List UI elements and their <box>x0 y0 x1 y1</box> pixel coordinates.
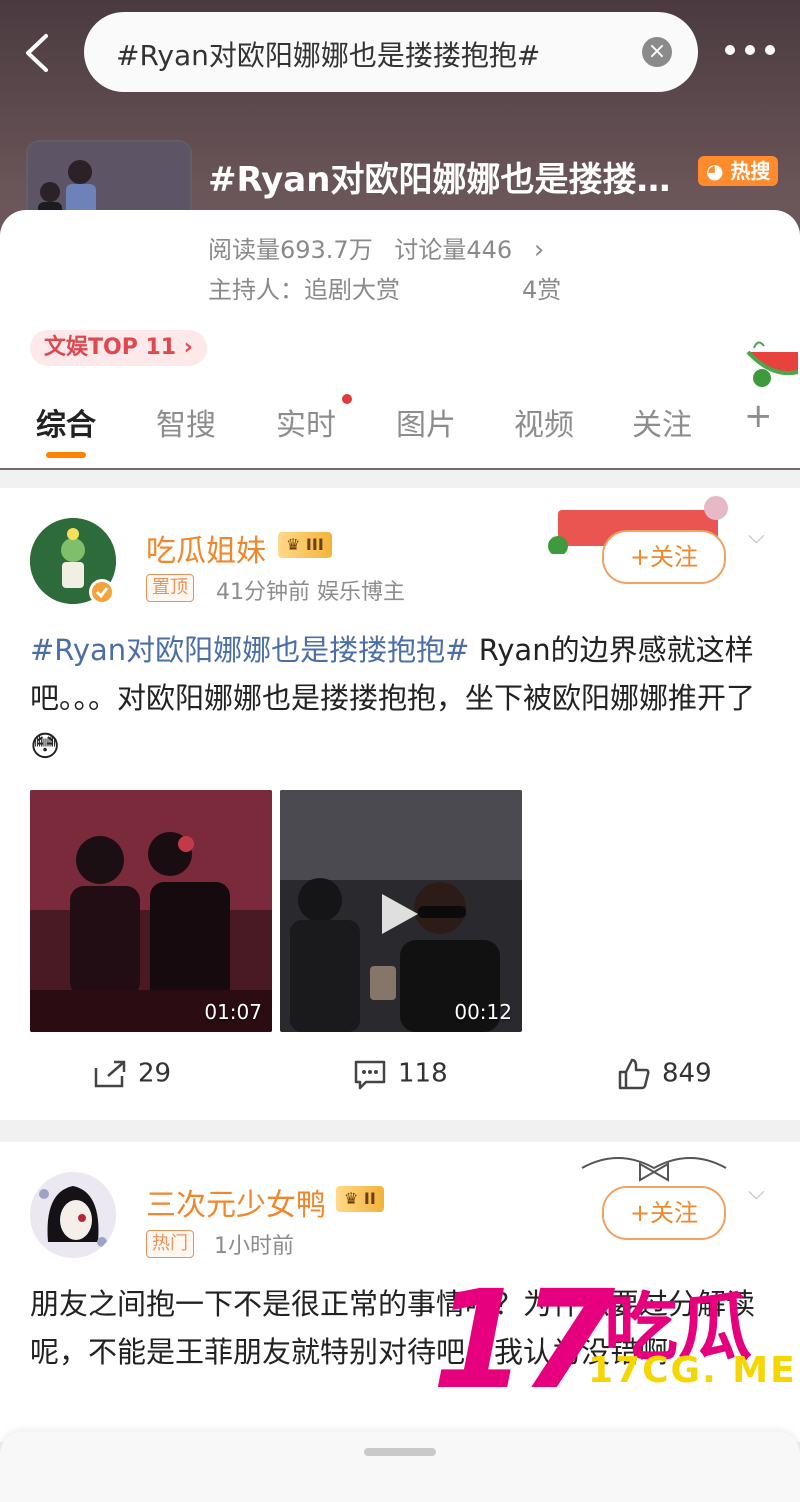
topic-title: #Ryan对欧阳娜娜也是搂搂… <box>208 160 671 200</box>
clear-icon[interactable]: × <box>642 37 672 67</box>
watermark-url: 17CG. ME <box>588 1350 797 1391</box>
topic-stats[interactable]: 阅读量693.7万 讨论量446 › <box>208 230 558 265</box>
tab-smart-search[interactable]: 智搜 <box>156 400 216 444</box>
comment-button[interactable]: 118 <box>352 1058 448 1090</box>
more-button[interactable] <box>722 30 778 70</box>
tab-videos[interactable]: 视频 <box>514 400 574 444</box>
thumbs-up-icon <box>618 1058 650 1090</box>
like-button[interactable]: 849 <box>616 1058 712 1090</box>
crown-icon: ♛ <box>344 1189 359 1208</box>
share-icon <box>94 1060 126 1088</box>
topic-host[interactable]: 主持人：追剧大赏 <box>208 270 400 305</box>
video-duration: 01:07 <box>204 1000 262 1024</box>
active-tab-indicator <box>46 452 86 458</box>
follow-button[interactable]: +关注 <box>602 1186 726 1240</box>
reward-count[interactable]: 4赏 <box>522 270 561 305</box>
avatar[interactable] <box>30 1172 116 1258</box>
follow-button[interactable]: +关注 <box>602 530 726 584</box>
tab-following[interactable]: 关注 <box>632 400 692 444</box>
post-text[interactable]: #Ryan对欧阳娜娜也是搂搂抱抱# Ryan的边界感就这样吧。。。对欧阳娜娜也是… <box>30 626 770 770</box>
vip-badge: ♛ III <box>278 532 332 558</box>
search-query[interactable]: #Ryan对欧阳娜娜也是搂搂抱抱# <box>116 34 540 74</box>
vip-level: II <box>363 1189 376 1208</box>
topic-tabs: 综合 智搜 实时 图片 视频 关注 + <box>0 394 800 460</box>
surprised-emoji: 😳 <box>30 729 61 763</box>
bow-decoration <box>581 1157 727 1182</box>
repost-button[interactable]: 29 <box>92 1058 171 1090</box>
tab-realtime[interactable]: 实时 <box>276 400 336 444</box>
watermark-number: 17 <box>432 1262 615 1420</box>
hot-badge-label: 热搜 <box>730 159 771 183</box>
chevron-down-icon[interactable]: ⌵ <box>748 1180 765 1205</box>
crown-icon: ♛ <box>286 535 301 554</box>
add-tab-icon[interactable]: + <box>744 396 773 436</box>
more-icon <box>725 45 775 55</box>
post-card: 吃瓜姐妹 ♛ III 置顶 41分钟前 娱乐博主 +关注 ⌵ #Ryan对欧阳娜… <box>0 488 800 1120</box>
watermelon-icon <box>746 341 799 387</box>
vip-badge: ♛ II <box>336 1186 384 1212</box>
topic-card: 阅读量693.7万 讨论量446 › 主持人：追剧大赏 4赏 文娱TOP 11 … <box>0 210 800 468</box>
video-frame <box>30 790 272 1032</box>
tab-images[interactable]: 图片 <box>396 400 456 444</box>
video-duration: 00:12 <box>454 1000 512 1024</box>
pinned-tag: 置顶 <box>146 574 194 602</box>
weibo-icon: ◕ <box>706 159 724 183</box>
chevron-right-icon: › <box>533 235 545 265</box>
post-meta: 1小时前 <box>214 1234 294 1259</box>
video-thumbnail[interactable]: 00:12 <box>280 790 522 1032</box>
vip-level: III <box>305 535 324 554</box>
video-frame <box>280 790 522 1032</box>
search-bar[interactable]: #Ryan对欧阳娜娜也是搂搂抱抱# × <box>84 12 698 92</box>
repost-count: 29 <box>138 1058 172 1089</box>
hot-tag: 热门 <box>146 1230 194 1258</box>
chevron-left-icon <box>26 34 48 72</box>
bottom-sheet[interactable] <box>0 1432 800 1502</box>
tab-comprehensive[interactable]: 综合 <box>36 400 96 444</box>
discussions-count: 讨论量446 <box>394 236 513 264</box>
chevron-down-icon[interactable]: ⌵ <box>748 524 765 549</box>
hot-search-badge: ◕ 热搜 <box>698 156 779 186</box>
reads-count: 阅读量693.7万 <box>208 236 373 264</box>
drag-handle[interactable] <box>364 1448 436 1456</box>
hashtag-link[interactable]: #Ryan对欧阳娜娜也是搂搂抱抱# <box>30 633 469 667</box>
like-count: 849 <box>662 1058 712 1089</box>
verified-icon <box>89 579 115 605</box>
new-dot <box>342 394 352 404</box>
comment-icon <box>354 1060 386 1090</box>
author-name[interactable]: 吃瓜姐妹 <box>146 526 266 570</box>
comment-count: 118 <box>398 1058 448 1089</box>
back-button[interactable] <box>18 28 58 78</box>
post-meta: 41分钟前 娱乐博主 <box>216 580 405 605</box>
avatar-image <box>30 1172 116 1258</box>
rank-badge[interactable]: 文娱TOP 11 › <box>30 330 207 366</box>
video-thumbnail[interactable]: 01:07 <box>30 790 272 1032</box>
author-name[interactable]: 三次元少女鸭 <box>146 1180 326 1224</box>
